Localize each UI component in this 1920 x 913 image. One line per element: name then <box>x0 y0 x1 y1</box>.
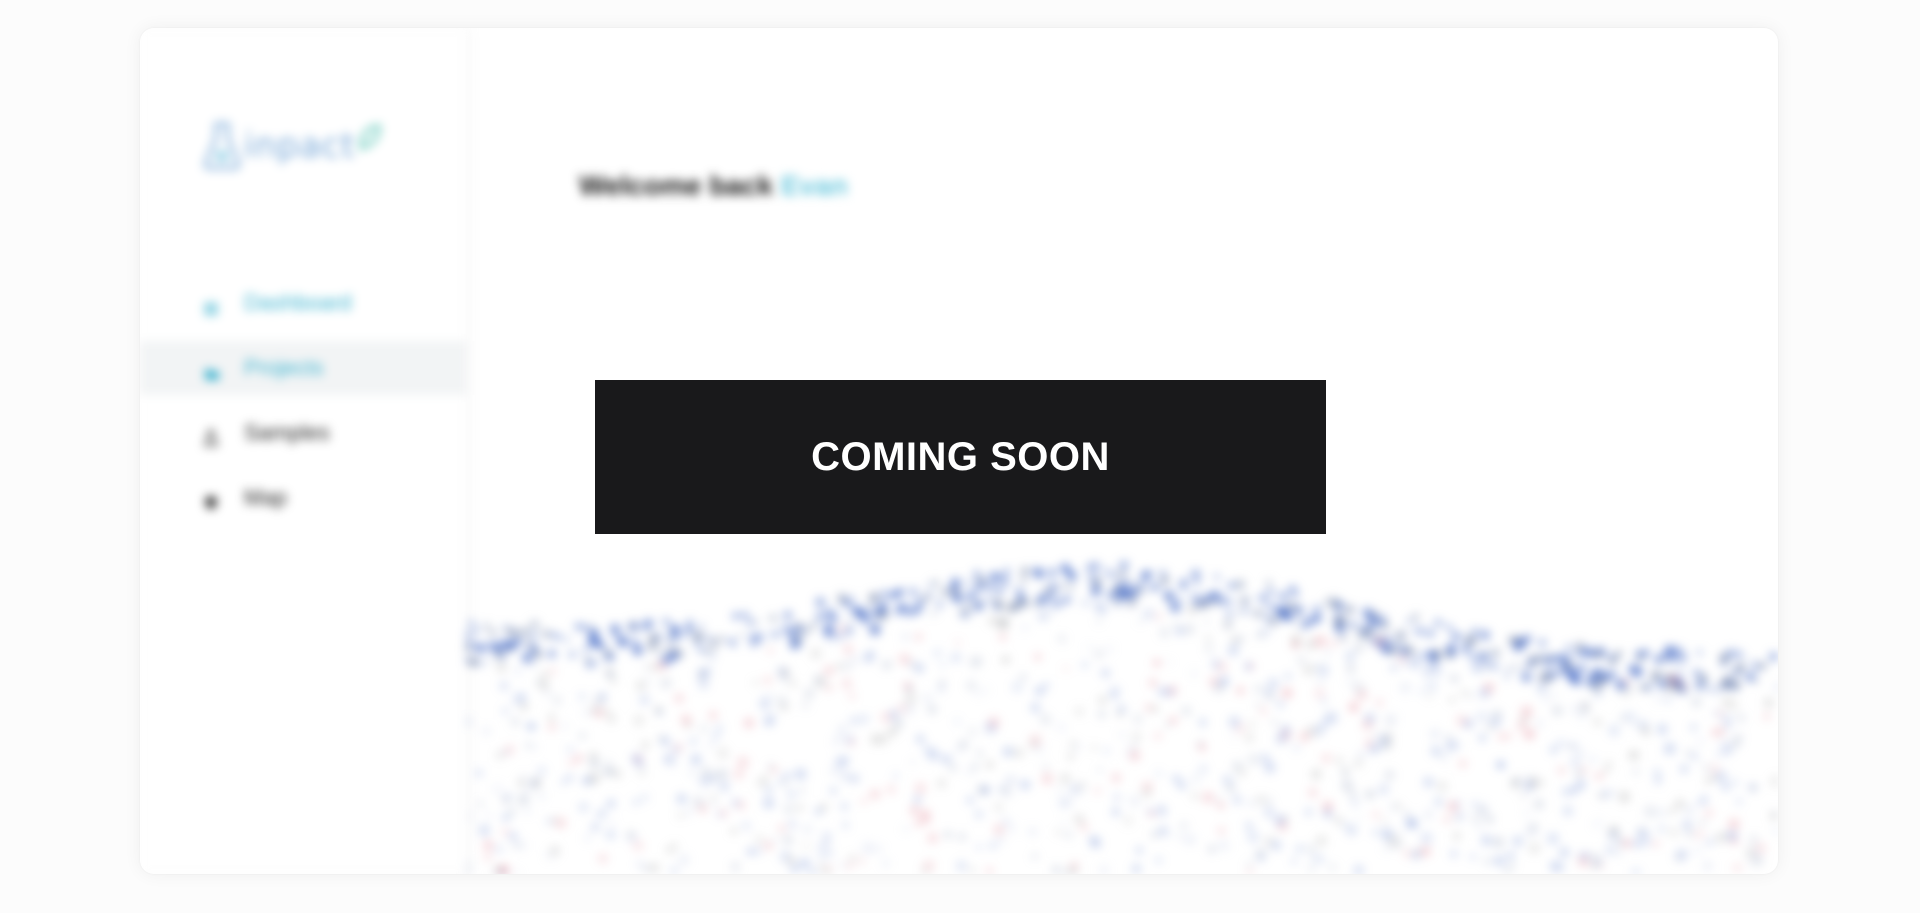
map-icon <box>204 491 218 510</box>
sidebar-item-label: Samples <box>244 420 330 445</box>
flask-icon <box>204 122 240 170</box>
sample-icon <box>203 426 219 446</box>
leaf-icon <box>359 124 381 150</box>
welcome-prefix: Welcome back <box>579 170 774 201</box>
decorative-particle-wave <box>466 561 1778 874</box>
main-content: Welcome back Evan COMING SOON <box>466 28 1778 874</box>
sidebar-item-label: Projects <box>244 355 324 380</box>
coming-soon-banner: COMING SOON <box>595 380 1326 534</box>
folder-icon <box>204 361 219 380</box>
app-logo[interactable]: inpact <box>202 116 402 176</box>
sidebar-item-projects[interactable]: Projects <box>140 341 466 395</box>
sidebar-item-samples[interactable]: Samples <box>140 406 466 460</box>
sidebar-item-label: Map <box>244 485 287 510</box>
sidebar-item-dashboard[interactable]: Dashboard <box>140 276 466 330</box>
user-name: Evan <box>780 170 848 201</box>
sidebar-item-map[interactable]: Map <box>140 471 466 525</box>
grid-icon <box>204 296 218 315</box>
sidebar-item-label: Dashboard <box>244 290 352 315</box>
sidebar: inpact Dashboard Projects Samples Map <box>140 28 466 874</box>
welcome-heading: Welcome back Evan <box>579 170 848 202</box>
coming-soon-label: COMING SOON <box>811 434 1110 479</box>
app-window: inpact Dashboard Projects Samples Map We… <box>140 28 1778 874</box>
sidebar-nav: Dashboard Projects Samples Map <box>140 276 466 536</box>
logo-text: inpact <box>244 126 356 166</box>
